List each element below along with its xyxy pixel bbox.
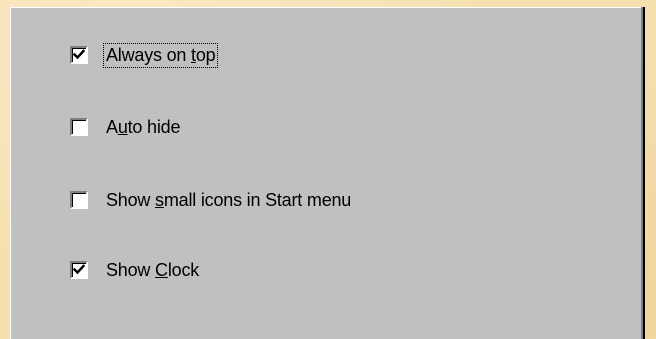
show-small-icons-option[interactable]: Show small icons in Start menu — [70, 189, 353, 211]
show-small-icons-label: Show small icons in Start menu — [104, 189, 353, 212]
checkmark-icon — [73, 264, 85, 275]
label-text-before: Always on — [106, 44, 192, 65]
always-on-top-option[interactable]: Always on top — [70, 42, 219, 68]
label-text-after: to hide — [127, 116, 181, 137]
mnemonic-letter: s — [155, 189, 164, 210]
always-on-top-checkbox[interactable] — [70, 46, 88, 64]
panel-edge-right — [643, 7, 645, 339]
label-text-before: Show — [106, 189, 156, 210]
mnemonic-letter: u — [117, 116, 128, 137]
label-text-after: op — [195, 44, 216, 65]
mnemonic-letter: C — [155, 259, 168, 280]
label-text-after: mall icons in Start menu — [163, 189, 352, 210]
auto-hide-label: Auto hide — [104, 116, 182, 139]
auto-hide-checkbox[interactable] — [70, 118, 88, 136]
label-text-before: Show — [106, 259, 156, 280]
show-small-icons-checkbox[interactable] — [70, 191, 88, 209]
show-clock-checkbox[interactable] — [70, 261, 88, 279]
label-text-after: lock — [167, 259, 200, 280]
show-clock-label: Show Clock — [104, 259, 201, 282]
always-on-top-label: Always on top — [102, 42, 219, 68]
auto-hide-option[interactable]: Auto hide — [70, 116, 182, 138]
label-text-before: A — [106, 116, 118, 137]
show-clock-option[interactable]: Show Clock — [70, 259, 201, 281]
checkmark-icon — [73, 49, 85, 60]
